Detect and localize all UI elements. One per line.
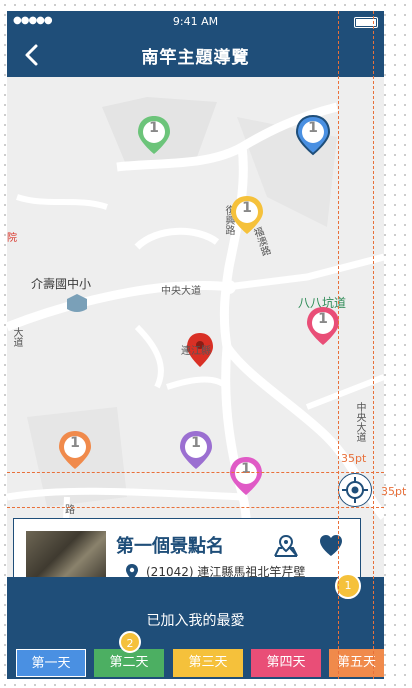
map-pin[interactable]: 1 [57,429,93,473]
map-label-road-zhongyang: 中央大道 [161,286,201,297]
day-tab-3[interactable]: 第三天 [173,649,243,677]
pin-count: 1 [242,200,252,216]
map-pin[interactable]: 1 [228,455,264,499]
nav-bar: 南竿主題導覽 [7,33,384,77]
status-bar: ●●●●● 9:41 AM [7,11,384,33]
map-label-road-right: 中央大道 [354,402,365,442]
pin-count: 1 [149,120,159,136]
guide-measure-right: 35pt [381,485,407,498]
pin-count: 1 [318,311,328,327]
pin-count: 1 [308,120,318,136]
map-pin[interactable]: 1 [178,429,214,473]
battery-icon [354,17,378,28]
map-label-road-bottom: 路 [65,505,75,516]
pin-count: 1 [241,461,251,477]
crosshair-icon [342,477,368,503]
map-pin[interactable]: 1 [136,114,172,158]
favorites-panel: 已加入我的最愛 第一天 第二天 第三天 第四天 第五天 2 [7,577,384,679]
spot-name: 第一個景點名 [116,536,224,557]
pin-count: 1 [70,435,80,451]
heart-icon[interactable] [318,534,344,558]
favorites-title: 已加入我的最愛 [146,613,245,629]
guide-measure-top: 35pt [341,452,367,465]
guide-line [338,11,339,679]
page-title: 南竿主題導覽 [141,48,250,68]
locate-me-button[interactable] [338,473,372,507]
phone-screen: ●●●●● 9:41 AM 南竿主題導覽 院 介壽國中小 中央大道 連江縣 八八… [7,11,384,679]
day-tab-4[interactable]: 第四天 [251,649,321,677]
guide-line [7,472,384,473]
pin-count: 1 [191,435,201,451]
day-count-badge: 2 [119,631,141,653]
guide-line [7,507,384,508]
status-time: 9:41 AM [172,15,219,28]
map-route-icon[interactable] [272,534,300,558]
day-tab-2[interactable]: 第二天 [94,649,164,677]
guide-line [373,11,374,679]
map-label-town: 連江縣 [181,346,211,357]
map-pin[interactable]: 1 [305,305,341,349]
map-pin[interactable]: 1 [229,194,265,238]
map-pin[interactable]: 1 [295,114,331,158]
day-tab-1[interactable]: 第一天 [16,649,86,677]
map-label-left-edge: 院 [7,233,17,244]
map-label-school: 介壽國中小 [31,277,92,291]
map-label-road-left: 大道 [11,327,22,347]
